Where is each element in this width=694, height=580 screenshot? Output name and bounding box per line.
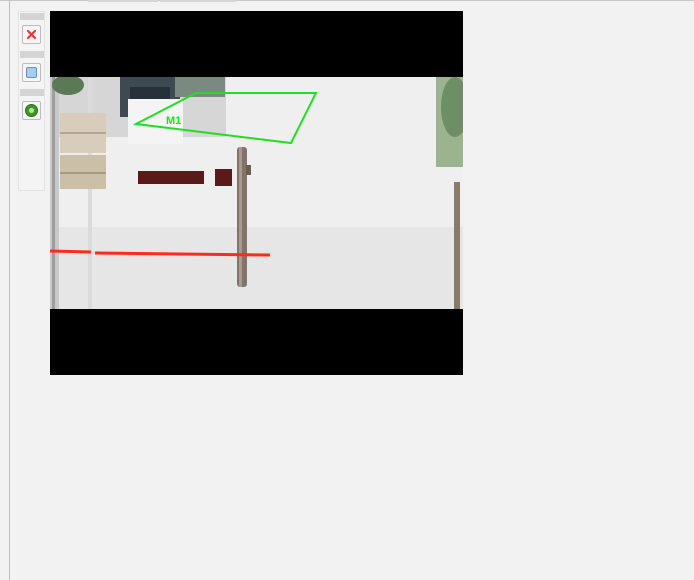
- toolbar-separator: [20, 51, 44, 58]
- panel-left-border: [9, 0, 10, 580]
- square-icon: [26, 67, 37, 78]
- delete-area-button[interactable]: [22, 25, 41, 44]
- close-icon: [26, 29, 37, 40]
- play-button[interactable]: [22, 101, 41, 120]
- zone-label: M1: [166, 115, 181, 127]
- drawing-toolbar: [18, 11, 45, 191]
- toolbar-separator: [20, 89, 44, 96]
- toolbar-separator: [20, 13, 44, 20]
- detection-zone-polygon[interactable]: [132, 92, 318, 145]
- tab-strip-hint: [160, 0, 236, 2]
- zone-overlay: M1: [132, 92, 318, 145]
- tab-strip-hint: [88, 0, 158, 2]
- draw-area-button[interactable]: [22, 63, 41, 82]
- video-preview[interactable]: M1: [50, 11, 463, 375]
- play-circle-icon: [25, 104, 38, 117]
